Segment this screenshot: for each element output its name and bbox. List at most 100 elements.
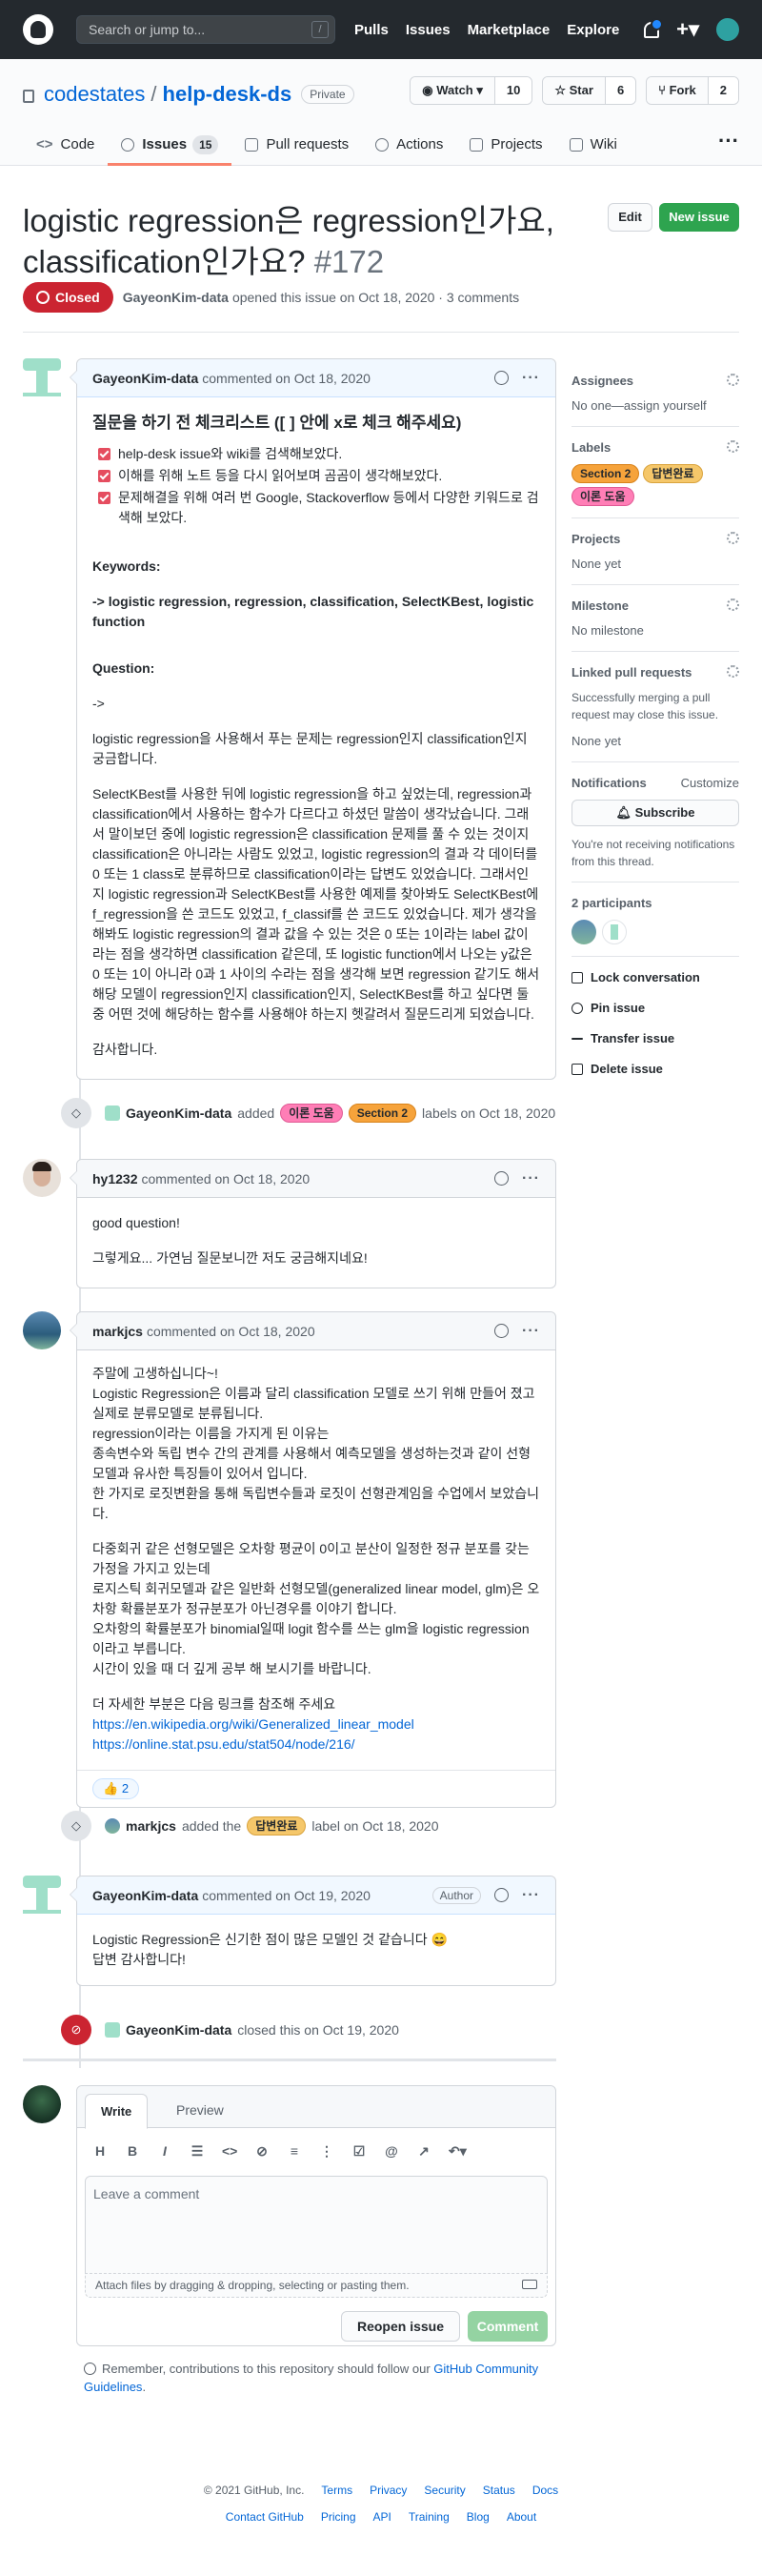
tab-projects[interactable]: Projects	[456, 132, 555, 166]
gear-icon[interactable]	[727, 532, 739, 544]
user-avatar-menu[interactable]	[716, 18, 739, 41]
repo-name-link[interactable]: help-desk-ds	[163, 82, 292, 107]
link-icon[interactable]: ⊘	[254, 2143, 270, 2160]
avatar[interactable]	[23, 358, 61, 396]
heading-icon[interactable]: H	[92, 2143, 108, 2160]
notifications-bell-icon[interactable]	[644, 17, 664, 38]
participant-avatar[interactable]	[572, 920, 596, 944]
gear-icon[interactable]	[727, 598, 739, 611]
comment-author[interactable]: GayeonKim-data	[92, 1888, 198, 1903]
footer-link[interactable]: Security	[424, 2484, 465, 2497]
new-issue-button[interactable]: New issue	[659, 203, 739, 232]
customize-link[interactable]: Customize	[681, 776, 739, 790]
nav-issues[interactable]: Issues	[406, 22, 451, 38]
watch-button[interactable]: ◉ Watch ▾ 10	[410, 76, 533, 105]
comment-author[interactable]: markjcs	[92, 1324, 143, 1339]
tab-write[interactable]: Write	[85, 2094, 149, 2129]
italic-icon[interactable]: I	[157, 2143, 172, 2160]
reopen-issue-button[interactable]: Reopen issue	[340, 2311, 460, 2342]
footer-link[interactable]: Pricing	[321, 2510, 356, 2524]
tab-code[interactable]: <> Code	[23, 132, 108, 166]
projects-header[interactable]: Projects	[572, 532, 739, 546]
more-tabs-kebab-icon[interactable]: ···	[718, 131, 739, 166]
footer-link[interactable]: About	[507, 2510, 536, 2524]
numbered-list-icon[interactable]: ⋮	[319, 2143, 334, 2160]
bulleted-list-icon[interactable]: ≡	[287, 2143, 302, 2160]
label-pill[interactable]: 답변완료	[643, 464, 703, 483]
attach-files-area[interactable]: Attach files by dragging & dropping, sel…	[85, 2273, 548, 2298]
reference-link[interactable]: https://en.wikipedia.org/wiki/Generalize…	[92, 1716, 414, 1732]
linked-prs-header[interactable]: Linked pull requests	[572, 665, 739, 679]
markdown-icon[interactable]	[522, 2280, 537, 2289]
kebab-menu-icon[interactable]: ···	[522, 1323, 540, 1340]
event-actor-avatar[interactable]	[105, 1105, 120, 1121]
footer-link[interactable]: Training	[409, 2510, 450, 2524]
transfer-issue-button[interactable]: Transfer issue	[572, 1031, 739, 1045]
tab-wiki[interactable]: Wiki	[556, 132, 631, 166]
footer-link[interactable]: Contact GitHub	[226, 2510, 304, 2524]
label-pill[interactable]: Section 2	[572, 464, 640, 483]
comment-author[interactable]: GayeonKim-data	[92, 371, 198, 386]
watch-count[interactable]: 10	[494, 77, 532, 104]
checkbox-checked-icon[interactable]	[98, 448, 110, 460]
quote-icon[interactable]: ☰	[190, 2143, 205, 2160]
label-pill[interactable]: 답변완료	[247, 1816, 307, 1836]
edit-title-button[interactable]: Edit	[608, 203, 652, 232]
delete-issue-button[interactable]: Delete issue	[572, 1062, 739, 1076]
checkbox-checked-icon[interactable]	[98, 492, 110, 504]
checkbox-checked-icon[interactable]	[98, 470, 110, 482]
avatar[interactable]	[23, 1876, 61, 1914]
fork-count[interactable]: 2	[708, 77, 738, 104]
tab-issues[interactable]: Issues 15	[108, 132, 232, 166]
search-input[interactable]: Search or jump to... /	[76, 15, 335, 44]
footer-link[interactable]: API	[373, 2510, 391, 2524]
smiley-reaction-icon[interactable]	[494, 1324, 510, 1338]
event-actor[interactable]: markjcs	[126, 1818, 176, 1834]
star-button[interactable]: ☆ Star 6	[542, 76, 637, 105]
tab-preview[interactable]: Preview	[161, 2094, 239, 2129]
footer-link[interactable]: Privacy	[370, 2484, 407, 2497]
nav-marketplace[interactable]: Marketplace	[468, 22, 551, 38]
comment-author[interactable]: hy1232	[92, 1171, 137, 1187]
event-actor-avatar[interactable]	[105, 2022, 120, 2038]
thumbs-up-reaction[interactable]: 👍 2	[92, 1778, 140, 1799]
cross-reference-icon[interactable]: ↗	[416, 2143, 431, 2160]
gear-icon[interactable]	[727, 440, 739, 453]
avatar[interactable]	[23, 1159, 61, 1197]
kebab-menu-icon[interactable]: ···	[522, 1170, 540, 1187]
fork-button[interactable]: ⑂ Fork 2	[646, 76, 739, 105]
code-icon[interactable]: <>	[222, 2143, 237, 2160]
assignees-header[interactable]: Assignees	[572, 374, 739, 388]
avatar[interactable]	[23, 1311, 61, 1349]
label-pill[interactable]: 이론 도움	[572, 487, 634, 506]
footer-link[interactable]: Blog	[467, 2510, 490, 2524]
footer-link[interactable]: Docs	[532, 2484, 558, 2497]
smiley-reaction-icon[interactable]	[494, 1171, 510, 1186]
kebab-menu-icon[interactable]: ···	[522, 1887, 540, 1904]
event-actor[interactable]: GayeonKim-data	[126, 1105, 231, 1121]
star-count[interactable]: 6	[605, 77, 636, 104]
lock-conversation-button[interactable]: Lock conversation	[572, 970, 739, 984]
gear-icon[interactable]	[727, 374, 739, 386]
tab-pull-requests[interactable]: Pull requests	[231, 132, 362, 166]
comment-button[interactable]: Comment	[468, 2311, 548, 2342]
assignees-value[interactable]: No one—assign yourself	[572, 397, 739, 415]
label-pill[interactable]: 이론 도움	[280, 1104, 343, 1123]
event-actor-avatar[interactable]	[105, 1818, 120, 1834]
participant-avatar[interactable]	[602, 920, 627, 944]
mention-icon[interactable]: @	[384, 2143, 399, 2160]
nav-pulls[interactable]: Pulls	[354, 22, 389, 38]
smiley-reaction-icon[interactable]	[494, 1888, 510, 1902]
github-logo-icon[interactable]	[23, 14, 53, 45]
milestone-header[interactable]: Milestone	[572, 598, 739, 613]
footer-link[interactable]: Terms	[321, 2484, 352, 2497]
subscribe-button[interactable]: 🔔︎ Subscribe	[572, 800, 739, 826]
labels-header[interactable]: Labels	[572, 440, 739, 455]
avatar[interactable]	[23, 2085, 61, 2123]
create-new-plus-icon[interactable]: +▾	[676, 17, 699, 42]
gear-icon[interactable]	[727, 665, 739, 678]
footer-link[interactable]: Status	[483, 2484, 515, 2497]
bold-icon[interactable]: B	[125, 2143, 140, 2160]
comment-textarea[interactable]: Leave a comment	[85, 2176, 548, 2273]
nav-explore[interactable]: Explore	[567, 22, 619, 38]
